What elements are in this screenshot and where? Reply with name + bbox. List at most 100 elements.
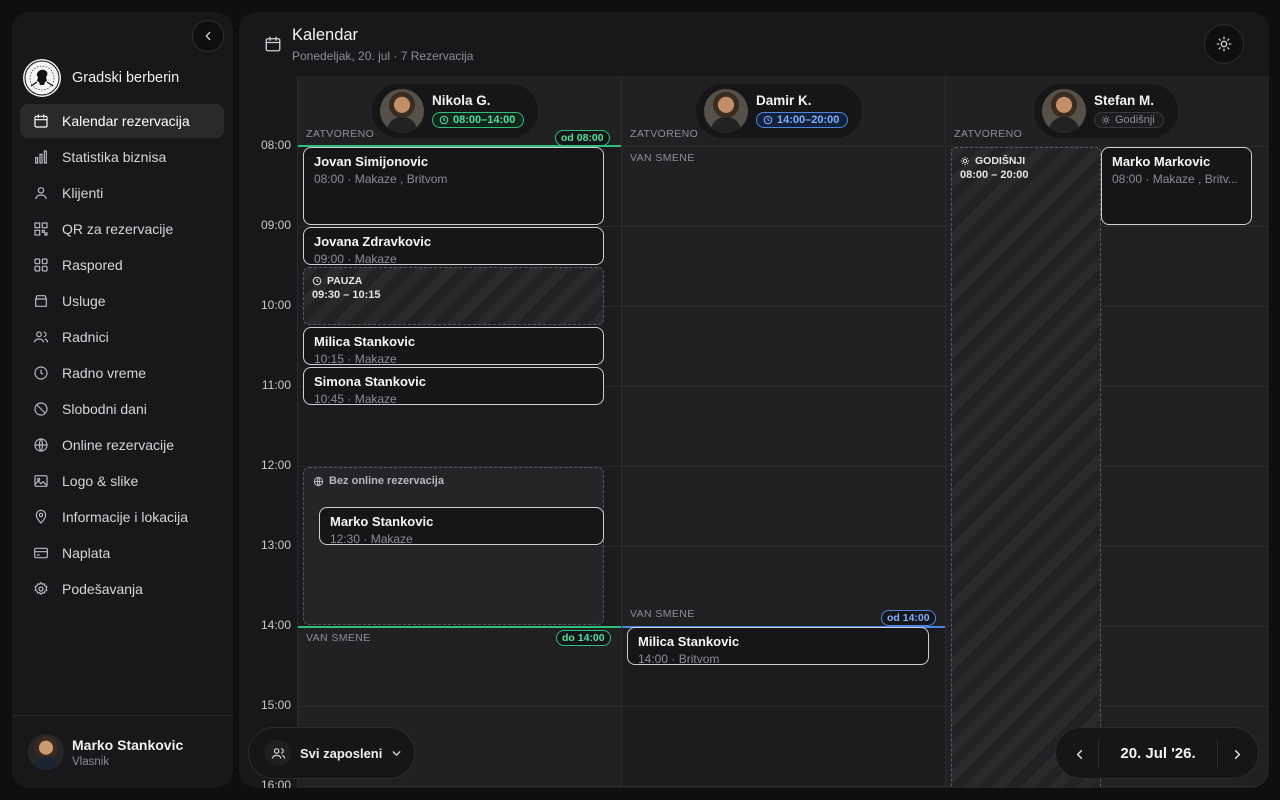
sidebar-item-statistika[interactable]: Statistika biznisa [20, 140, 224, 174]
time-label: 15:00 [260, 698, 291, 712]
calendar-header: Kalendar Ponedeljak, 20. jul · 7 Rezerva… [239, 12, 1269, 76]
staff-column-nikola: Nikola G. 08:00–14:00 ZATVORENO od 08:00… [297, 76, 621, 788]
qr-code-icon [34, 222, 48, 236]
globe-off-icon [313, 476, 324, 486]
brand-name: Gradski berberin [72, 70, 180, 86]
sidebar-item-podesavanja[interactable]: Podešavanja [20, 572, 224, 606]
staff-column-damir: Damir K. 14:00–20:00 ZATVORENO VAN SMENE… [621, 76, 945, 788]
appointment-card[interactable]: Milica Stankovic 14:00 · Britvom [627, 627, 929, 665]
clock-icon [34, 366, 48, 380]
shift-end-line [298, 626, 621, 628]
time-label: 16:00 [260, 778, 291, 788]
chevron-left-icon [205, 31, 211, 41]
barber-logo-icon [23, 59, 61, 97]
sidebar-item-label: Kalendar rezervacija [62, 113, 190, 129]
box-icon [34, 295, 48, 307]
time-label: 14:00 [260, 618, 291, 632]
map-pin-icon [35, 509, 47, 524]
shift-badge: 08:00–14:00 [432, 111, 525, 128]
sidebar-item-label: Statistika biznisa [62, 149, 167, 165]
sidebar-item-informacije[interactable]: Informacije i lokacija [20, 500, 224, 534]
sidebar-item-label: Klijenti [62, 185, 104, 201]
sidebar-item-label: Podešavanja [62, 581, 143, 597]
sidebar-item-label: Raspored [62, 257, 123, 273]
user-name: Marko Stankovic [72, 736, 184, 753]
appointment-card[interactable]: Simona Stankovic 10:45 · Makaze [303, 367, 604, 405]
time-label: 08:00 [260, 138, 291, 152]
sun-icon [960, 156, 970, 166]
sidebar-item-logo[interactable]: Logo & slike [20, 464, 224, 498]
next-day-button[interactable] [1219, 736, 1255, 772]
break-time: 09:30 – 10:15 [312, 289, 381, 301]
sidebar-item-label: Naplata [62, 545, 111, 561]
sidebar-item-usluge[interactable]: Usluge [20, 284, 224, 318]
break-block[interactable]: PAUZA 09:30 – 10:15 [303, 267, 604, 325]
appointment-card[interactable]: Milica Stankovic 10:15 · Makaze [303, 327, 604, 365]
chevron-left-icon [1076, 749, 1082, 759]
user-icon [35, 187, 47, 200]
staff-filter-label: Svi zaposleni [300, 745, 383, 761]
avatar [704, 89, 748, 133]
sidebar-item-radnici[interactable]: Radnici [20, 320, 224, 354]
users-icon [33, 331, 49, 343]
closed-label: ZATVORENO [630, 128, 699, 140]
staff-filter-dropdown[interactable]: Svi zaposleni [248, 727, 415, 779]
staff-header-nikola[interactable]: Nikola G. 08:00–14:00 [372, 84, 539, 138]
sidebar-item-label: Slobodni dani [62, 401, 147, 417]
sidebar-nav: Kalendar rezervacija Statistika biznisa … [20, 104, 224, 608]
avatar [1042, 89, 1086, 133]
appointment-card[interactable]: Jovan Simijonovic 08:00 · Makaze , Britv… [303, 147, 604, 225]
collapse-sidebar-button[interactable] [192, 20, 224, 52]
shift-end-pill: do 14:00 [556, 630, 611, 646]
closed-label: ZATVORENO [954, 128, 1023, 140]
grid-icon [34, 258, 48, 272]
sidebar-item-label: Online rezervacije [62, 437, 175, 453]
sidebar-item-label: Logo & slike [62, 473, 139, 489]
sidebar-item-kalendar[interactable]: Kalendar rezervacija [20, 104, 224, 138]
shift-start-pill: od 08:00 [555, 130, 610, 146]
avatar [380, 89, 424, 133]
appointment-card[interactable]: Marko Stankovic 12:30 · Makaze [319, 507, 604, 545]
time-column: 08:00 09:00 10:00 11:00 12:00 13:00 14:0… [239, 76, 297, 788]
ban-icon [34, 402, 48, 416]
sidebar-item-label: QR za rezervacije [62, 221, 174, 237]
users-icon [265, 740, 291, 766]
bar-chart-icon [35, 150, 47, 164]
vacation-badge: Godišnji [1094, 111, 1164, 128]
sidebar-item-radno-vreme[interactable]: Radno vreme [20, 356, 224, 390]
vacation-block[interactable]: GODIŠNJI 08:00 – 20:00 [951, 147, 1101, 788]
clock-icon [312, 276, 322, 286]
staff-column-stefan: Stefan M. Godišnji ZATVORENO GODIŠNJI 08… [945, 76, 1269, 788]
off-shift-label: VAN SMENE [630, 608, 695, 620]
sidebar-item-online[interactable]: Online rezervacije [20, 428, 224, 462]
shift-badge: 14:00–20:00 [756, 111, 849, 128]
brand[interactable]: Gradski berberin [23, 59, 179, 97]
appointment-card[interactable]: Jovana Zdravkovic 09:00 · Makaze [303, 227, 604, 265]
staff-header-stefan[interactable]: Stefan M. Godišnji [1034, 84, 1178, 138]
closed-label: ZATVORENO [306, 128, 375, 140]
sidebar-item-klijenti[interactable]: Klijenti [20, 176, 224, 210]
avatar [28, 734, 64, 770]
no-online-booking-block[interactable]: Bez online rezervacija [303, 467, 604, 625]
clock-icon [763, 115, 773, 124]
time-label: 12:00 [260, 458, 291, 472]
previous-day-button[interactable] [1061, 736, 1097, 772]
clock-icon [439, 115, 449, 124]
staff-header-damir[interactable]: Damir K. 14:00–20:00 [696, 84, 863, 138]
sidebar: Gradski berberin Kalendar rezervacija St… [12, 12, 233, 788]
appointment-card[interactable]: Marko Markovic 08:00 · Makaze , Britv... [1101, 147, 1252, 225]
staff-name: Damir K. [756, 92, 812, 108]
sun-icon [1101, 115, 1111, 124]
theme-toggle-button[interactable] [1204, 24, 1244, 64]
sidebar-item-qr[interactable]: QR za rezervacije [20, 212, 224, 246]
credit-card-icon [34, 547, 48, 559]
sidebar-item-slobodni-dani[interactable]: Slobodni dani [20, 392, 224, 426]
current-date-label[interactable]: 20. Jul '26. [1102, 745, 1214, 762]
calendar-icon [34, 114, 48, 128]
current-user[interactable]: Marko Stankovic Vlasnik [12, 715, 233, 788]
sidebar-item-raspored[interactable]: Raspored [20, 248, 224, 282]
staff-name: Stefan M. [1094, 92, 1155, 108]
time-label: 10:00 [260, 298, 291, 312]
sidebar-item-naplata[interactable]: Naplata [20, 536, 224, 570]
staff-name: Nikola G. [432, 92, 491, 108]
